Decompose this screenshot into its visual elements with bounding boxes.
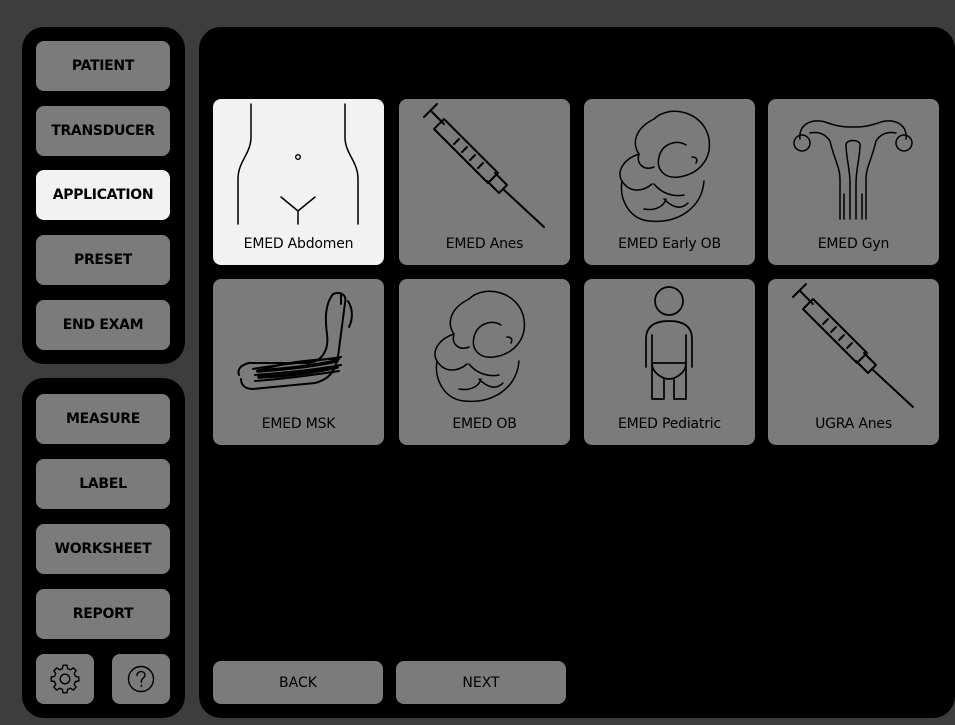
label-button[interactable]: LABEL xyxy=(36,459,170,509)
app-tile-ugra-anes[interactable]: UGRA Anes xyxy=(768,279,939,445)
patient-button[interactable]: PATIENT xyxy=(36,41,170,91)
next-button[interactable]: NEXT xyxy=(396,661,566,704)
tile-label: EMED MSK xyxy=(261,416,336,432)
app-tile-emed-pediatric[interactable]: EMED Pediatric xyxy=(584,279,755,445)
tile-label: EMED Anes xyxy=(445,236,524,252)
preset-button[interactable]: PRESET xyxy=(36,235,170,285)
tile-label: EMED Early OB xyxy=(618,236,721,252)
tile-label: EMED Abdomen xyxy=(243,236,354,252)
measure-button[interactable]: MEASURE xyxy=(36,394,170,444)
app-tile-emed-ob[interactable]: EMED OB xyxy=(399,279,570,445)
application-button[interactable]: APPLICATION xyxy=(36,170,170,220)
help-icon xyxy=(127,665,155,693)
settings-button[interactable] xyxy=(36,654,94,704)
tile-label: UGRA Anes xyxy=(815,416,892,432)
tile-label: EMED OB xyxy=(452,416,517,432)
report-button[interactable]: REPORT xyxy=(36,589,170,639)
app-tile-emed-anes[interactable]: EMED Anes xyxy=(399,99,570,265)
app-tile-emed-abdomen[interactable]: EMED Abdomen xyxy=(213,99,384,265)
back-button[interactable]: BACK xyxy=(213,661,383,704)
tile-label: EMED Gyn xyxy=(817,236,890,252)
app-tile-emed-gyn[interactable]: EMED Gyn xyxy=(768,99,939,265)
app-tile-emed-msk[interactable]: EMED MSK xyxy=(213,279,384,445)
gear-icon xyxy=(50,664,80,694)
help-button[interactable] xyxy=(112,654,170,704)
end-exam-button[interactable]: END EXAM xyxy=(36,300,170,350)
worksheet-button[interactable]: WORKSHEET xyxy=(36,524,170,574)
app-tile-emed-early-ob[interactable]: EMED Early OB xyxy=(584,99,755,265)
transducer-button[interactable]: TRANSDUCER xyxy=(36,106,170,156)
tile-label: EMED Pediatric xyxy=(618,416,721,432)
